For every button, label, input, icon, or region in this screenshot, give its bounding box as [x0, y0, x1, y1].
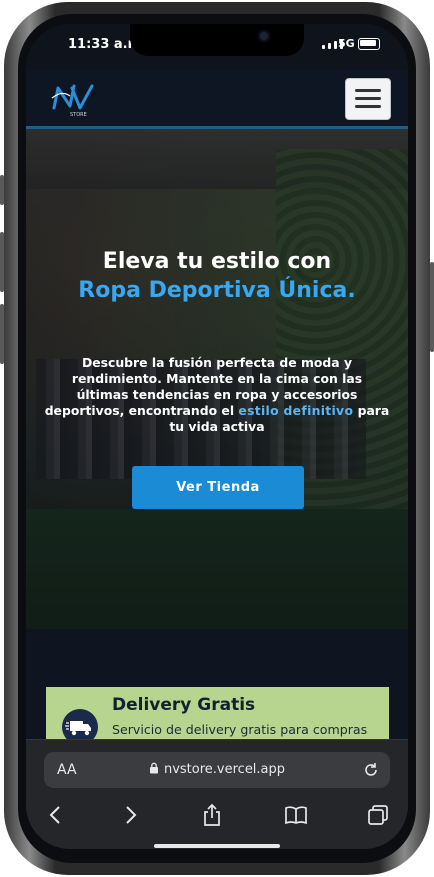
logo-mark: STORE — [51, 84, 94, 118]
back-icon[interactable] — [40, 800, 70, 830]
site-logo[interactable]: STORE — [48, 78, 98, 118]
browser-toolbar: AA nvstore.vercel.app — [26, 739, 408, 849]
hero-desc-highlight: estilo definitivo — [238, 403, 354, 418]
browser-nav-row — [26, 800, 408, 836]
dynamic-notch — [130, 24, 304, 56]
status-bar: 11:33 a.m. 5G — [26, 24, 408, 70]
tabs-icon[interactable] — [363, 800, 393, 830]
hero-title: Eleva tu estilo con Ropa Deportiva Única… — [26, 247, 408, 305]
front-camera — [258, 30, 270, 42]
battery-icon — [358, 38, 380, 50]
delivery-title: Delivery Gratis — [112, 695, 256, 715]
delivery-text: Servicio de delivery gratis para compras — [112, 722, 368, 737]
lock-icon — [149, 762, 159, 778]
reload-icon[interactable] — [362, 761, 380, 783]
network-type: 5G — [338, 37, 355, 50]
bookmarks-icon[interactable] — [281, 800, 311, 830]
forward-icon[interactable] — [116, 800, 146, 830]
url-display[interactable]: nvstore.vercel.app — [44, 762, 390, 778]
site-header: STORE — [26, 70, 408, 129]
hero-title-line1: Eleva tu estilo con — [102, 249, 332, 274]
address-bar[interactable]: AA nvstore.vercel.app — [44, 752, 390, 788]
power-button — [430, 262, 434, 352]
hero-title-line2: Ropa Deportiva Única. — [78, 278, 356, 303]
hero-section: Eleva tu estilo con Ropa Deportiva Única… — [26, 129, 408, 629]
logo-subtext: STORE — [70, 112, 87, 118]
share-icon[interactable] — [197, 800, 227, 830]
ver-tienda-button[interactable]: Ver Tienda — [132, 466, 304, 509]
phone-screen: 11:33 a.m. 5G STORE Eleva tu estilo con … — [26, 24, 408, 849]
hero-description: Descubre la fusión perfecta de moda y re… — [44, 355, 390, 435]
menu-icon — [355, 89, 381, 92]
url-text: nvstore.vercel.app — [163, 762, 286, 777]
menu-button[interactable] — [345, 78, 391, 120]
home-indicator — [154, 844, 280, 848]
